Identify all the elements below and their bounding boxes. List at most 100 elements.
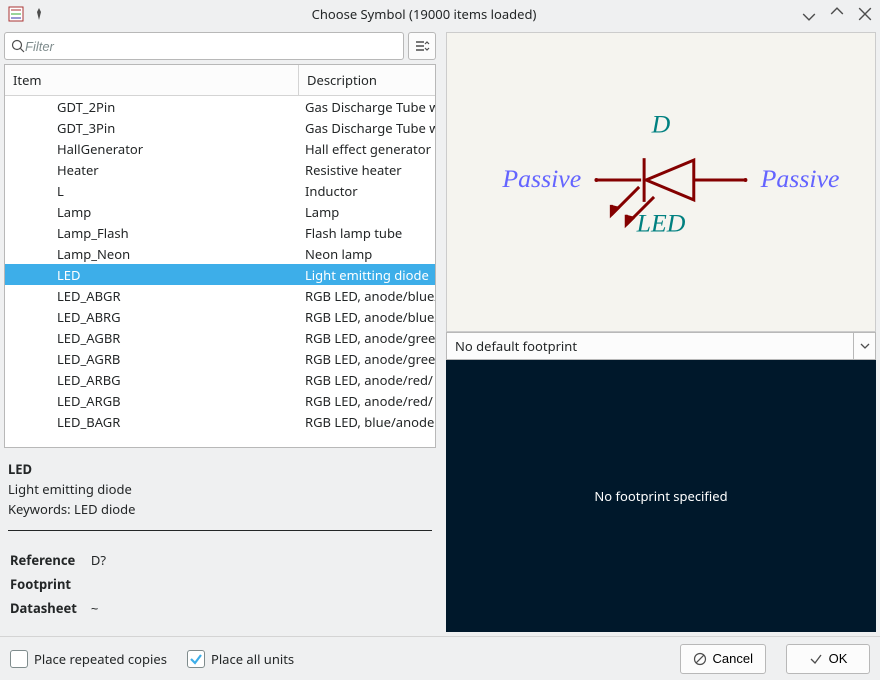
search-icon <box>11 39 25 53</box>
app-icon <box>8 6 24 22</box>
detail-keywords: Keywords: LED diode <box>8 500 432 518</box>
tree-cell-description: Lamp <box>299 203 435 221</box>
minimize-button[interactable] <box>802 7 816 21</box>
main-area: Item Description GDT_2PinGas Discharge T… <box>0 28 880 636</box>
tree-row[interactable]: LED_AGBRRGB LED, anode/gree <box>5 327 435 348</box>
tree-cell-description: Hall effect generator <box>299 140 435 158</box>
search-box[interactable] <box>4 32 404 60</box>
ok-label: OK <box>829 651 848 666</box>
details-table: Reference D? Footprint Datasheet ~ <box>8 547 120 621</box>
tree-row[interactable]: LED_ARBGRGB LED, anode/red/ <box>5 369 435 390</box>
tree-row[interactable]: LED_ARGBRGB LED, anode/red/ <box>5 390 435 411</box>
pin-icon[interactable] <box>32 7 46 21</box>
detail-row-datasheet: Datasheet ~ <box>10 597 118 619</box>
titlebar: Choose Symbol (19000 items loaded) <box>0 0 880 28</box>
tree-cell-item: Lamp <box>5 203 299 221</box>
tree-cell-item: LED_ABGR <box>5 287 299 305</box>
tree-body[interactable]: GDT_2PinGas Discharge Tube wGDT_3PinGas … <box>5 96 435 447</box>
cancel-label: Cancel <box>713 651 753 666</box>
checkbox-icon <box>187 650 205 668</box>
tree-cell-description: RGB LED, anode/red/ <box>299 392 435 410</box>
tree-cell-description: Resistive heater <box>299 161 435 179</box>
symbol-preview[interactable]: D LED Passive Passive <box>446 32 876 332</box>
detail-datasheet-label: Datasheet <box>10 597 89 619</box>
symbol-preview-svg: D LED Passive Passive <box>447 33 875 331</box>
tree-row[interactable]: Lamp_FlashFlash lamp tube <box>5 222 435 243</box>
detail-reference-value: D? <box>91 549 118 571</box>
tree-cell-description: Neon lamp <box>299 245 435 263</box>
tree-row[interactable]: Lamp_NeonNeon lamp <box>5 243 435 264</box>
close-button[interactable] <box>858 7 872 21</box>
place-all-units-checkbox[interactable]: Place all units <box>187 650 294 668</box>
tree-cell-description: Gas Discharge Tube w <box>299 98 435 116</box>
tree-cell-item: LED_ARBG <box>5 371 299 389</box>
tree-cell-item: GDT_2Pin <box>5 98 299 116</box>
footprint-preview[interactable]: No footprint specified <box>446 360 876 632</box>
detail-footprint-label: Footprint <box>10 573 89 595</box>
tree-row[interactable]: HallGeneratorHall effect generator <box>5 138 435 159</box>
detail-row-reference: Reference D? <box>10 549 118 571</box>
maximize-button[interactable] <box>830 7 844 21</box>
bottom-bar: Place repeated copies Place all units Ca… <box>0 636 880 680</box>
footprint-combo[interactable]: No default footprint <box>446 332 876 360</box>
cancel-icon <box>693 652 707 666</box>
tree-cell-item: LED_BAGR <box>5 413 299 431</box>
tree-cell-item: Heater <box>5 161 299 179</box>
tree-row[interactable]: LED_ABRGRGB LED, anode/blue/ <box>5 306 435 327</box>
column-header-description[interactable]: Description <box>299 65 435 95</box>
check-icon <box>809 652 823 666</box>
tree-cell-description: RGB LED, anode/gree <box>299 350 435 368</box>
tree-row[interactable]: GDT_2PinGas Discharge Tube w <box>5 96 435 117</box>
place-all-units-label: Place all units <box>211 650 294 668</box>
tree-cell-description: RGB LED, anode/blue/ <box>299 287 435 305</box>
ok-button[interactable]: OK <box>786 644 870 674</box>
detail-description: Light emitting diode <box>8 480 432 498</box>
column-header-item[interactable]: Item <box>5 65 299 95</box>
search-row <box>4 32 436 60</box>
preview-value: LED <box>636 209 686 238</box>
tree-row[interactable]: LInductor <box>5 180 435 201</box>
filter-options-button[interactable] <box>408 32 436 60</box>
filter-icon <box>414 38 430 54</box>
footprint-preview-message: No footprint specified <box>594 487 727 505</box>
tree-cell-description: Light emitting diode <box>299 266 435 284</box>
tree-cell-description: Flash lamp tube <box>299 224 435 242</box>
tree-row[interactable]: LED_ABGRRGB LED, anode/blue/ <box>5 285 435 306</box>
tree-cell-item: LED_ABRG <box>5 308 299 326</box>
tree-row[interactable]: LED_AGRBRGB LED, anode/gree <box>5 348 435 369</box>
place-repeated-checkbox[interactable]: Place repeated copies <box>10 650 167 668</box>
window-title: Choose Symbol (19000 items loaded) <box>54 5 794 23</box>
tree-cell-item: LED_AGBR <box>5 329 299 347</box>
detail-reference-label: Reference <box>10 549 89 571</box>
right-panel: D LED Passive Passive No defa <box>446 28 880 636</box>
search-input[interactable] <box>25 39 397 54</box>
checkbox-icon <box>10 650 28 668</box>
footprint-combo-arrow[interactable] <box>853 333 875 359</box>
cancel-button[interactable]: Cancel <box>680 644 766 674</box>
tree-cell-item: Lamp_Neon <box>5 245 299 263</box>
place-repeated-label: Place repeated copies <box>34 650 167 668</box>
tree-cell-description: RGB LED, anode/red/ <box>299 371 435 389</box>
tree-cell-description: Gas Discharge Tube w <box>299 119 435 137</box>
detail-footprint-value <box>91 573 118 595</box>
tree-row[interactable]: LampLamp <box>5 201 435 222</box>
detail-keywords-label: Keywords: <box>8 500 71 518</box>
tree-row[interactable]: LED_BAGRRGB LED, blue/anode <box>5 411 435 432</box>
tree-row[interactable]: LEDLight emitting diode <box>5 264 435 285</box>
symbol-tree: Item Description GDT_2PinGas Discharge T… <box>4 64 436 448</box>
detail-keywords-value: LED diode <box>74 500 135 518</box>
tree-cell-item: LED_ARGB <box>5 392 299 410</box>
details-panel: LED Light emitting diode Keywords: LED d… <box>4 452 436 632</box>
preview-pin-right-label: Passive <box>760 164 840 193</box>
tree-row[interactable]: GDT_3PinGas Discharge Tube w <box>5 117 435 138</box>
tree-cell-item: LED_AGRB <box>5 350 299 368</box>
tree-row[interactable]: HeaterResistive heater <box>5 159 435 180</box>
tree-cell-item: L <box>5 182 299 200</box>
tree-cell-item: HallGenerator <box>5 140 299 158</box>
tree-cell-item: GDT_3Pin <box>5 119 299 137</box>
tree-cell-description: RGB LED, blue/anode <box>299 413 435 431</box>
tree-header: Item Description <box>5 65 435 96</box>
details-separator <box>8 530 432 531</box>
tree-cell-item: Lamp_Flash <box>5 224 299 242</box>
tree-cell-description: Inductor <box>299 182 435 200</box>
